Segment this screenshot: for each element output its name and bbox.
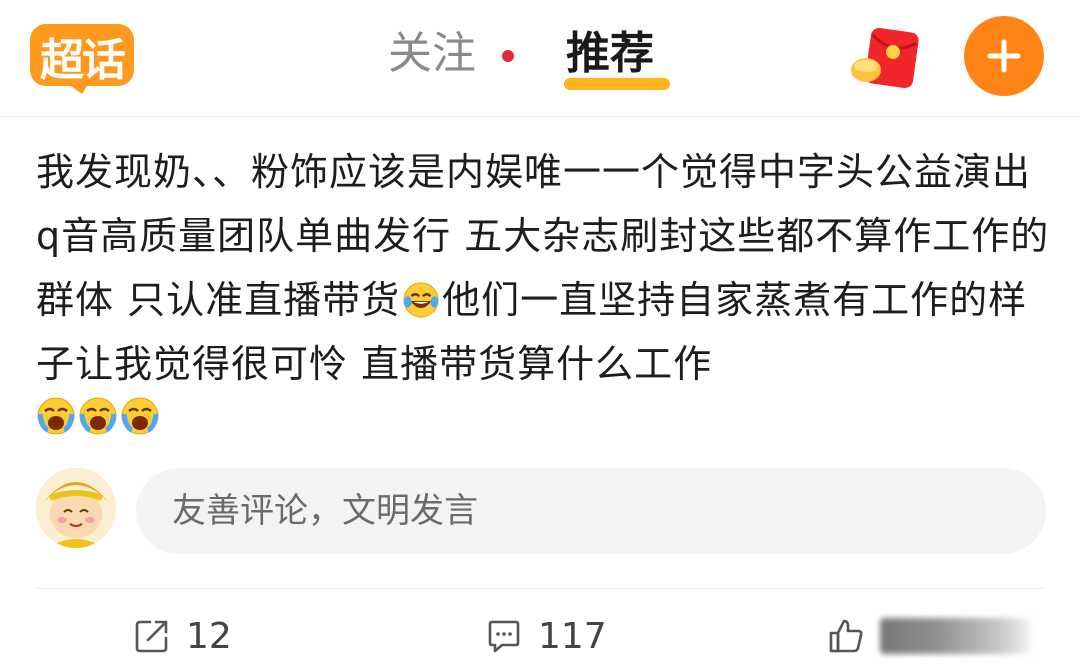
top-bar: 超话 关注 推荐: [0, 0, 1080, 116]
action-divider: [36, 588, 1044, 589]
post-text: 我发现奶、、粉饰应该是内娱唯一一个觉得中字头公益演出 q音高质量团队单曲发行 五…: [36, 140, 1054, 396]
comment-icon: [488, 620, 520, 653]
repost-button[interactable]: 12: [132, 606, 232, 666]
repost-count: 12: [186, 615, 232, 657]
comment-placeholder: 友善评论，文明发言: [172, 491, 478, 531]
tab-recommend[interactable]: 推荐: [566, 26, 654, 82]
like-count-obscured: [880, 618, 1030, 654]
crying-face-emoji-icon: [79, 397, 117, 435]
comment-input[interactable]: 友善评论，文明发言: [136, 468, 1046, 554]
share-icon: [135, 620, 168, 653]
comment-button[interactable]: 117: [484, 606, 607, 666]
logo-text: 超话: [40, 35, 126, 86]
monkey-king-avatar-icon: [36, 468, 116, 548]
comment-count: 117: [538, 615, 607, 657]
crying-face-emoji-icon: [121, 397, 159, 435]
laugh-cry-emoji-icon: [403, 282, 439, 318]
header-divider: [0, 116, 1080, 117]
tab-follow[interactable]: 关注: [388, 26, 476, 82]
like-button[interactable]: [826, 606, 1030, 666]
create-post-button[interactable]: [964, 16, 1044, 96]
plus-icon: [987, 39, 1021, 73]
emoji-row: [36, 396, 160, 436]
user-avatar[interactable]: [36, 468, 116, 548]
thumbs-up-icon: [829, 619, 863, 653]
unread-dot: [502, 50, 514, 62]
crying-face-emoji-icon: [37, 397, 75, 435]
supertopic-logo[interactable]: 超话: [28, 18, 136, 94]
red-envelope-icon[interactable]: [848, 26, 924, 92]
active-tab-indicator: [564, 78, 670, 90]
